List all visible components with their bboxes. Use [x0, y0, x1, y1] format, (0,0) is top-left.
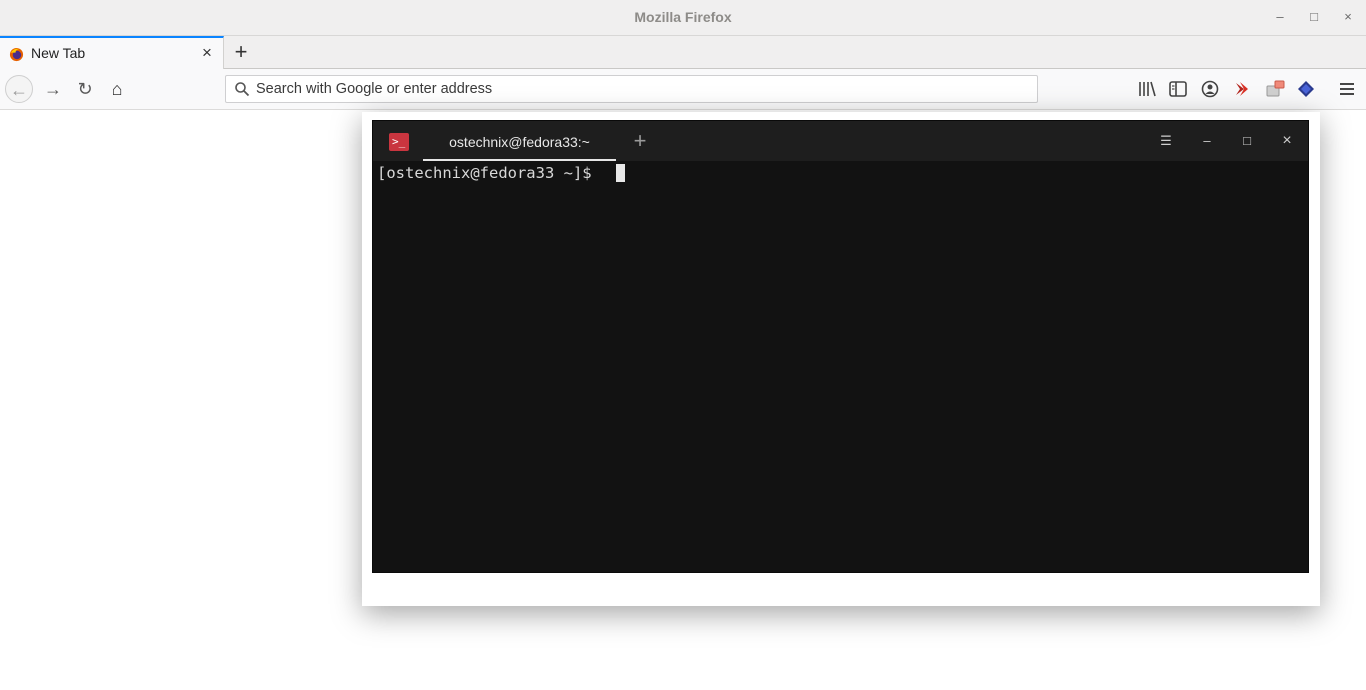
back-button[interactable]: ←	[5, 75, 33, 103]
terminal-window[interactable]: >_ ostechnix@fedora33:~ + ☰ – □ × [ostec…	[372, 120, 1309, 573]
window-minimize-button[interactable]: –	[1270, 8, 1290, 26]
reload-button[interactable]: ↻	[71, 75, 99, 103]
new-tab-button[interactable]: +	[231, 40, 251, 64]
tab-close-icon[interactable]: ×	[199, 44, 215, 62]
pocket-icon[interactable]	[1231, 78, 1253, 100]
terminal-tab-label: ostechnix@fedora33:~	[449, 134, 590, 150]
shell-prompt: [ostechnix@fedora33 ~]$	[377, 164, 601, 182]
terminal-new-tab-button[interactable]: +	[630, 129, 650, 153]
terminal-body[interactable]: [ostechnix@fedora33 ~]$	[373, 161, 1308, 572]
url-bar[interactable]	[225, 75, 1038, 103]
terminal-cursor	[616, 164, 625, 182]
account-icon[interactable]	[1199, 78, 1221, 100]
terminal-tab[interactable]: ostechnix@fedora33:~	[423, 121, 616, 161]
extension-icon[interactable]	[1264, 78, 1286, 100]
search-icon	[235, 82, 250, 97]
terminal-menu-icon[interactable]: ☰	[1157, 132, 1175, 150]
firefox-icon	[9, 47, 24, 62]
terminal-app-icon: >_	[389, 133, 409, 151]
url-input[interactable]	[256, 76, 1016, 102]
window-maximize-button[interactable]: □	[1304, 8, 1324, 26]
forward-button[interactable]: →	[39, 75, 67, 103]
menu-icon[interactable]	[1336, 78, 1358, 100]
home-button[interactable]: ⌂	[103, 75, 131, 103]
terminal-minimize-button[interactable]: –	[1198, 132, 1216, 150]
sidebar-icon[interactable]	[1167, 78, 1189, 100]
terminal-headerbar: >_ ostechnix@fedora33:~ + ☰ – □ ×	[373, 121, 1308, 161]
extension-shield-icon[interactable]	[1295, 78, 1317, 100]
tab-label: New Tab	[31, 45, 86, 61]
terminal-maximize-button[interactable]: □	[1238, 132, 1256, 150]
terminal-close-button[interactable]: ×	[1278, 132, 1296, 150]
library-icon[interactable]	[1136, 78, 1158, 100]
window-title: Mozilla Firefox	[634, 9, 732, 25]
window-close-button[interactable]: ×	[1338, 8, 1358, 26]
navigation-toolbar: ← → ↻ ⌂	[0, 69, 1366, 110]
firefox-titlebar: Mozilla Firefox – □ ×	[0, 0, 1366, 36]
tab-new-tab[interactable]: New Tab ×	[0, 36, 224, 69]
tab-strip: New Tab × +	[0, 36, 1366, 69]
